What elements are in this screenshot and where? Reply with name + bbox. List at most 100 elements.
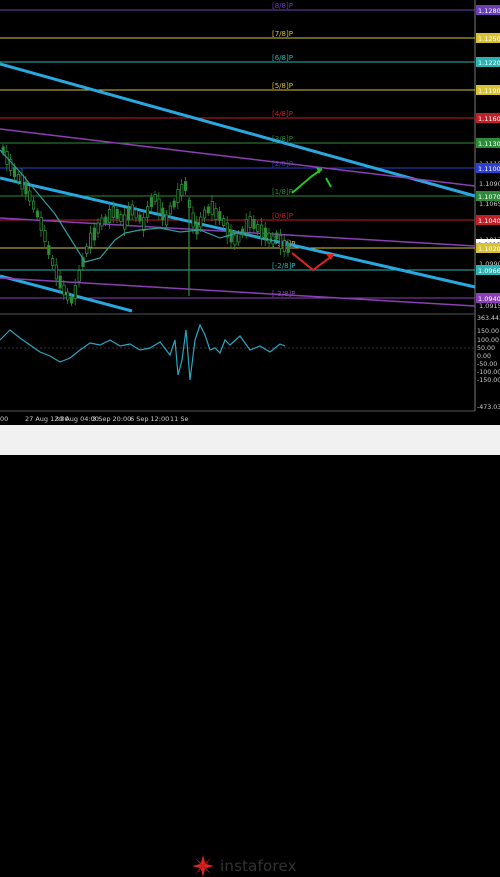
- level-label: [8/8]P: [272, 2, 293, 10]
- instaforex-logo: instaforex: [192, 855, 297, 877]
- candle-body: [43, 230, 47, 242]
- price-axis-tick: 1.1065: [479, 200, 500, 208]
- candle-body: [96, 222, 100, 234]
- candle-body: [66, 291, 70, 301]
- level-price-text: 1.1100: [478, 165, 500, 173]
- candle-body: [89, 232, 93, 248]
- candle-body: [267, 232, 271, 244]
- candle-body: [263, 227, 268, 241]
- candle-body: [51, 258, 55, 266]
- time-axis-tick: 00: [0, 415, 8, 423]
- candle-body: [58, 275, 62, 289]
- candle-body: [12, 167, 17, 177]
- logo-star-icon: [192, 855, 214, 877]
- candle-body: [39, 217, 43, 231]
- candle-body: [32, 200, 36, 210]
- candle-body: [195, 221, 199, 235]
- candle-body: [127, 207, 131, 221]
- candle-body: [20, 174, 24, 190]
- candle-body: [256, 224, 260, 232]
- trading-chart[interactable]: 1.1280 1.1250 1.1220 1.1190 1.1160 1.1130 1.11…: [0, 0, 500, 425]
- candle-body: [123, 214, 127, 230]
- level-label: [-2/8]P: [272, 262, 295, 270]
- candle-body: [115, 209, 119, 219]
- candle-body: [214, 208, 218, 220]
- candle-body: [225, 222, 229, 238]
- osc-axis-tick: 50.00: [477, 345, 495, 352]
- candle-body: [62, 284, 66, 296]
- level-label: [7/8]P: [272, 30, 293, 38]
- candle-body: [237, 233, 241, 243]
- candle-body: [210, 201, 214, 215]
- level-label: [1/8]P: [272, 188, 293, 196]
- level-price-text: 1.1040: [478, 217, 500, 225]
- candle-body: [104, 216, 108, 224]
- osc-axis-tick: 100.00: [477, 337, 499, 344]
- level-price-text: 1.1250: [478, 35, 500, 43]
- candle-body: [119, 214, 123, 222]
- osc-axis-tick: 363.4436: [477, 315, 500, 322]
- osc-axis-tick: -100.00: [477, 369, 500, 376]
- watermark-footer: instaforex: [0, 425, 500, 877]
- candle-body: [180, 184, 184, 196]
- candle-body: [248, 216, 252, 228]
- level-label: [6/8]P: [272, 54, 293, 62]
- osc-axis-tick: -50.00: [477, 361, 497, 368]
- candle-body: [134, 209, 138, 219]
- level-label: [4/8]P: [272, 110, 293, 118]
- candle-body: [28, 190, 32, 202]
- osc-axis-tick: 150.00: [477, 328, 499, 335]
- time-axis-tick: 11 Se: [170, 415, 188, 423]
- watermark-text: instaforex: [220, 857, 297, 875]
- level-price-text: 1.0966: [478, 267, 500, 275]
- candle-body: [111, 206, 115, 218]
- candle-body: [149, 197, 153, 207]
- candle-body: [142, 217, 146, 231]
- time-axis-tick: 3 Sep 20:00: [92, 415, 131, 423]
- level-price-text: 1.1070: [478, 193, 500, 201]
- candle-body: [145, 206, 150, 218]
- candle-body: [286, 243, 290, 253]
- candle-body: [24, 181, 28, 195]
- candle-body: [54, 264, 59, 280]
- candle-body: [157, 198, 161, 214]
- level-price-text: 1.1220: [478, 59, 500, 67]
- osc-axis-tick: -150.00: [477, 377, 500, 384]
- candle-body: [164, 214, 169, 226]
- time-axis-tick: 6 Sep 12:00: [130, 415, 169, 423]
- candle-body: [275, 232, 279, 240]
- level-price-text: 1.1130: [478, 140, 500, 148]
- candle-body: [47, 245, 51, 255]
- price-axis-tick: 1.1090: [479, 180, 500, 188]
- candle-body: [199, 216, 203, 228]
- candle-body: [168, 205, 172, 215]
- candle-body: [153, 194, 157, 202]
- candle-body: [206, 206, 210, 214]
- candle-body: [183, 181, 188, 191]
- candle-body: [282, 240, 287, 252]
- candle-body: [73, 285, 77, 299]
- candle-body: [221, 218, 226, 226]
- level-label: [5/8]P: [272, 82, 293, 90]
- candle-body: [77, 270, 81, 282]
- candle-body: [244, 219, 248, 233]
- candle-body: [229, 229, 233, 243]
- level-price-text: 1.1020: [478, 245, 500, 253]
- candle-body: [16, 174, 21, 182]
- candle-body: [35, 210, 40, 218]
- level-price-text: 1.1190: [478, 87, 500, 95]
- level-label: [0/8]P: [272, 212, 293, 220]
- candle-body: [161, 207, 165, 221]
- candle-body: [100, 217, 104, 227]
- candle-body: [138, 214, 142, 222]
- level-price-text: 1.1160: [478, 115, 500, 123]
- candle-body: [233, 234, 237, 246]
- level-price-text: 1.1280: [478, 7, 500, 15]
- candle-body: [218, 211, 222, 221]
- candle-body: [259, 224, 264, 240]
- candle-body: [130, 204, 134, 216]
- level-price-text: 1.0940: [478, 295, 500, 303]
- candle-body: [252, 219, 256, 229]
- time-axis: 00 27 Aug 12:0030 Aug 04:003 Sep 20:006 S…: [0, 415, 188, 423]
- osc-axis-tick: 0.00: [477, 353, 491, 360]
